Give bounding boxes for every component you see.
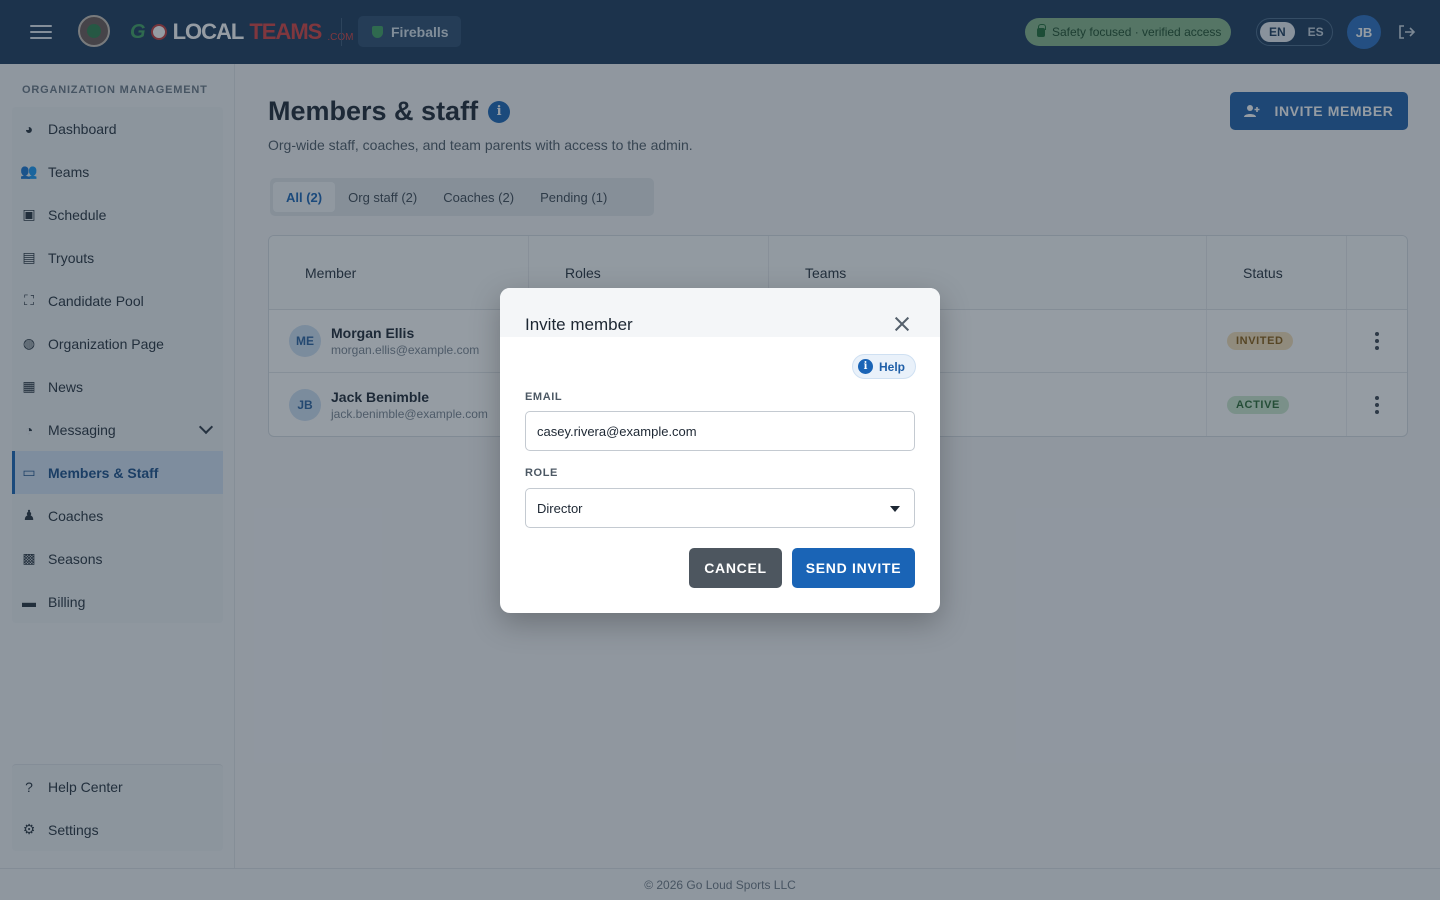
send-invite-button[interactable]: SEND INVITE [792,548,915,588]
email-field[interactable]: casey.rivera@example.com [525,411,915,451]
dropdown-arrow-icon [890,506,900,512]
cancel-button[interactable]: CANCEL [689,548,782,588]
help-label: Help [879,359,906,374]
email-label: EMAIL [525,391,563,403]
info-icon: i [858,359,873,374]
dialog-title: Invite member [525,315,633,334]
close-icon[interactable] [892,314,912,334]
role-select[interactable]: Director [525,488,915,528]
help-button[interactable]: i Help [852,354,917,379]
invite-member-dialog: Invite member i Help EMAIL casey.rivera@… [500,288,940,613]
role-selected-value: Director [537,500,583,516]
role-label: ROLE [525,467,558,479]
